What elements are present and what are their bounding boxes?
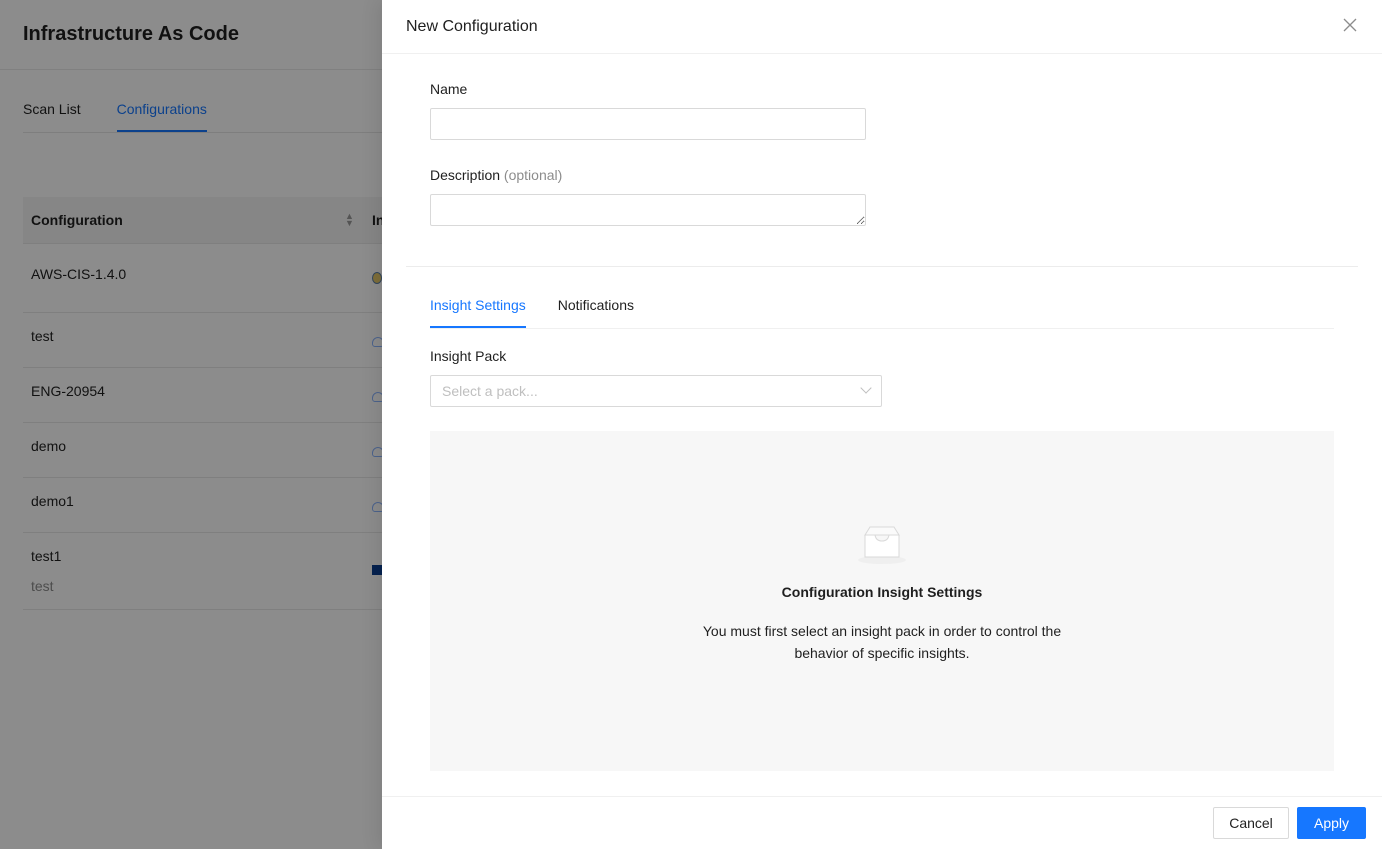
drawer-title: New Configuration <box>406 17 538 35</box>
insight-pack-label: Insight Pack <box>430 348 507 364</box>
name-label: Name <box>430 81 468 97</box>
drawer-tabs: Insight Settings Notifications <box>430 287 1334 329</box>
description-label: Description (optional) <box>430 167 562 183</box>
apply-button[interactable]: Apply <box>1297 807 1366 839</box>
tab-insight-settings[interactable]: Insight Settings <box>430 287 526 328</box>
name-input[interactable] <box>430 108 866 140</box>
close-icon[interactable] <box>1342 16 1358 36</box>
chevron-down-icon <box>860 382 872 394</box>
optional-hint: (optional) <box>503 167 563 183</box>
cancel-button[interactable]: Cancel <box>1213 807 1289 839</box>
drawer-footer: Cancel Apply <box>382 796 1382 849</box>
description-label-text: Description <box>430 167 501 183</box>
drawer-header: New Configuration <box>382 0 1382 54</box>
insight-pack-placeholder: Select a pack... <box>442 383 538 399</box>
empty-state-panel: Configuration Insight Settings You must … <box>430 431 1334 771</box>
insight-pack-select[interactable]: Select a pack... <box>430 375 882 407</box>
tab-notifications[interactable]: Notifications <box>558 287 634 328</box>
inbox-icon <box>858 526 906 564</box>
new-configuration-drawer: New Configuration Name Description (opti… <box>382 0 1382 849</box>
empty-state-title: Configuration Insight Settings <box>781 584 983 600</box>
section-divider <box>406 266 1358 267</box>
empty-state-description: You must first select an insight pack in… <box>702 623 1062 661</box>
description-input[interactable] <box>430 194 866 226</box>
